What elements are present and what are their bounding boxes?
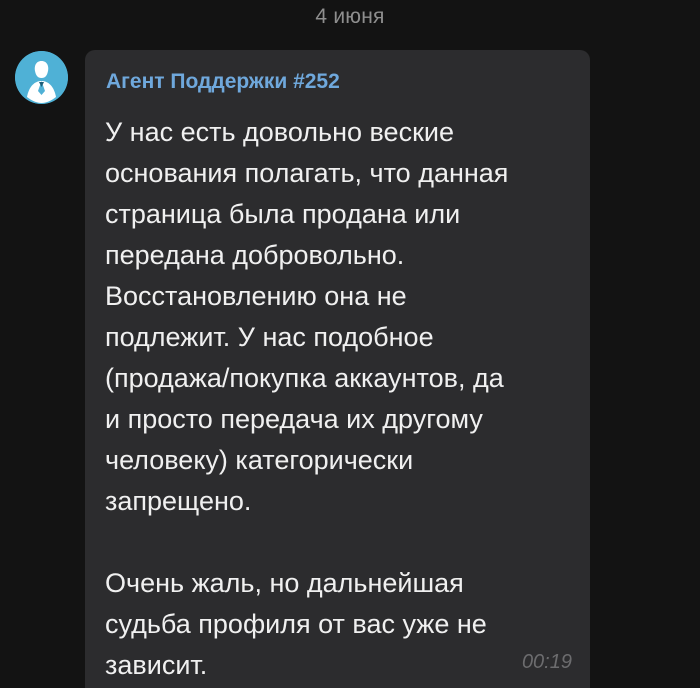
- message-text: У нас есть довольно веские основания пол…: [105, 117, 509, 680]
- message-sender-name[interactable]: Агент Поддержки #252: [106, 70, 340, 94]
- chat-screen: 4 июня Агент Поддержки #252 У нас есть д…: [0, 0, 700, 688]
- message-timestamp: 00:19: [521, 651, 572, 673]
- message-bubble[interactable]: Агент Поддержки #252 У нас есть довольно…: [85, 50, 590, 688]
- support-agent-avatar-icon: [15, 51, 68, 104]
- sender-avatar[interactable]: [15, 51, 68, 104]
- date-divider: 4 июня: [315, 5, 385, 28]
